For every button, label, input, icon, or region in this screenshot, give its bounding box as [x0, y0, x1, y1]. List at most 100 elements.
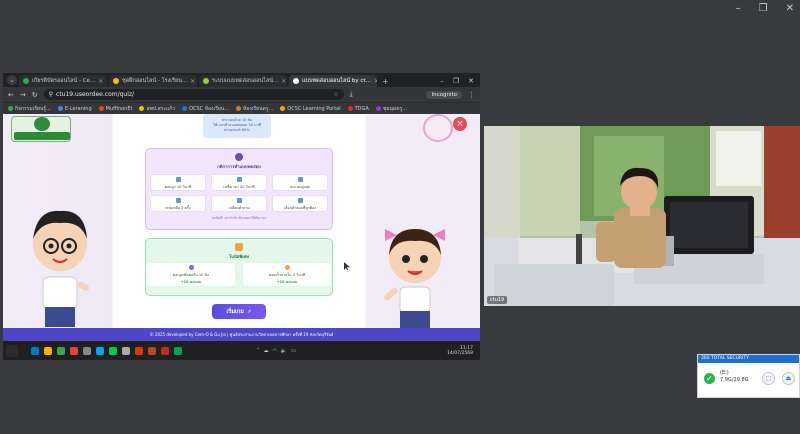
close-button[interactable]: ✕	[786, 3, 794, 14]
tab-favicon-icon	[293, 78, 299, 84]
new-tab-button[interactable]: +	[382, 77, 389, 86]
wifi-icon[interactable]: ◠	[273, 348, 277, 354]
bonus-item: ตอบถูกติดต่อกัน 10 ข้อ +10 คะแนน	[147, 263, 235, 286]
popup-title: 360 TOTAL SECURITY	[698, 355, 799, 363]
rule-label: เลือกคำตอบที่ถูกต้อง	[284, 206, 316, 210]
security-popup: 360 TOTAL SECURITY ✓ (E:) 7.9G/29.8G ⬚ ⏏	[697, 354, 800, 398]
quiz-info-box: ประกอบด้วย 10 ข้อ ใช้เวลาทำแบบทดสอบ 30 น…	[203, 114, 271, 138]
start-menu-icon[interactable]	[6, 344, 18, 357]
tab-close-icon[interactable]: ✕	[98, 78, 103, 85]
site-info-icon[interactable]: ⚲	[49, 91, 53, 98]
volume-icon[interactable]: 🔈	[281, 348, 287, 354]
bookmark-item[interactable]: E-Leraning	[57, 106, 92, 112]
tab-label: แบบทดสอบออนไลน์ by ct...	[302, 78, 371, 84]
bookmark-star-icon[interactable]: ☆	[333, 91, 338, 98]
drive-info: (E:) 7.9G/29.8G	[720, 370, 749, 384]
incognito-badge[interactable]: Incognito	[426, 90, 462, 99]
minimize-button[interactable]: –	[736, 3, 741, 14]
quiz-main-column: ประกอบด้วย 10 ข้อ ใช้เวลาทำแบบทดสอบ 30 น…	[113, 114, 363, 328]
taskbar-app-icon[interactable]	[148, 346, 156, 355]
rule-label: เหลือเวลา 20 วินาที	[223, 185, 255, 189]
bonus-points: +10 คะแนน	[276, 280, 298, 284]
bookmark-item[interactable]: สพป.สระแก้ว	[139, 105, 175, 113]
bonus-label: ตอบถูกติดต่อกัน 10 ข้อ	[172, 273, 210, 277]
bookmark-favicon-icon	[236, 106, 241, 111]
bookmark-item[interactable]: ชุมนุมครู...	[375, 105, 408, 113]
back-icon[interactable]: ←	[8, 91, 14, 99]
tab-favicon-icon	[23, 78, 29, 84]
address-bar[interactable]: ⚲ ctu19.useordee.com/quiz/ ☆	[43, 89, 344, 100]
bookmark-item[interactable]: กิจกรรมเรียนรู้...	[8, 105, 51, 113]
bookmark-label: OCSC ห้องเรียน...	[189, 105, 229, 112]
download-icon[interactable]: ⤓	[350, 90, 353, 99]
rule-icon	[175, 177, 181, 182]
taskbar-app-icon[interactable]	[174, 346, 182, 355]
cloud-icon[interactable]: ☁	[264, 348, 269, 354]
bookmark-item[interactable]: TDGA	[347, 106, 369, 112]
rule-item: ช่วยเหลือ 2 ครั้ง	[150, 195, 206, 212]
tab-close-icon[interactable]: ✕	[281, 78, 286, 85]
participant-name-label: ctu19	[487, 296, 508, 304]
rule-item: เหลือเวลา 20 วินาที	[211, 174, 267, 191]
browser-minimize-icon[interactable]: –	[440, 77, 444, 85]
bookmark-favicon-icon	[57, 106, 63, 111]
bookmark-favicon-icon	[98, 106, 104, 111]
start-game-button[interactable]: เริ่มเกม ➚	[212, 304, 266, 319]
clock-date: 14/07/2568	[447, 350, 473, 356]
browser-tab[interactable]: ระบบแบบทดสอบออนไลน์... ✕	[199, 75, 287, 87]
bookmark-favicon-icon	[280, 106, 286, 111]
bookmark-item[interactable]: OCSC ห้องเรียน...	[182, 105, 229, 113]
close-quiz-icon[interactable]: ×	[453, 117, 467, 131]
user-avatar[interactable]: ×	[423, 114, 467, 142]
browser-close-icon[interactable]: ✕	[468, 77, 474, 85]
browser-tab[interactable]: แบบทดสอบออนไลน์ by ct... ✕	[289, 75, 377, 87]
quiz-page: ประกอบด้วย 10 ข้อ ใช้เวลาทำแบบทดสอบ 30 น…	[3, 114, 480, 328]
tab-label: เกียรติบัตรออนไลน์ - Ce...	[32, 78, 96, 84]
taskbar-app-icon[interactable]	[83, 346, 91, 355]
bookmark-favicon-icon	[182, 106, 188, 111]
tab-favicon-icon	[203, 78, 209, 84]
tab-close-icon[interactable]: ✕	[374, 78, 377, 85]
rules-note: ทุกข้อมีเวลาจำกัด ต้องตอบให้ทันเวลา	[211, 216, 267, 220]
maximize-button[interactable]: ❐	[759, 3, 768, 14]
rule-item: คะแนนสูงสุด	[272, 174, 328, 191]
reload-icon[interactable]: ↻	[32, 91, 38, 99]
open-folder-button[interactable]: ⬚	[762, 372, 775, 385]
taskbar-app-icon[interactable]	[31, 346, 39, 355]
browser-restore-icon[interactable]: ❐	[453, 77, 459, 85]
bookmark-item[interactable]: MuffinonEt	[98, 106, 132, 112]
chevron-up-icon[interactable]: ˄	[257, 348, 260, 354]
taskbar-app-icon[interactable]	[109, 346, 117, 355]
forward-icon[interactable]: →	[20, 91, 26, 99]
taskbar-clock[interactable]: 11:17 14/07/2568	[447, 346, 477, 356]
avatar-circle	[423, 114, 453, 142]
tab-search-icon[interactable]: ⌄	[7, 75, 17, 85]
bookmark-item[interactable]: OCSC Learning Portal	[280, 106, 341, 112]
taskbar-app-icon[interactable]	[135, 346, 143, 355]
bookmark-favicon-icon	[8, 106, 13, 111]
taskbar-app-icon[interactable]	[96, 346, 104, 355]
school-logo	[11, 116, 71, 142]
info-line: ผ่านเกณฑ์ 60%	[224, 128, 250, 132]
check-icon: ✓	[704, 373, 715, 384]
taskbar-app-icon[interactable]	[57, 346, 65, 355]
menu-icon[interactable]: ⋮	[468, 91, 475, 99]
battery-icon[interactable]: ▭	[291, 348, 296, 354]
bookmark-label: ชุมนุมครู...	[382, 105, 408, 112]
taskbar-app-icon[interactable]	[44, 346, 52, 355]
bookmark-item[interactable]: ห้องเรียนครู...	[236, 105, 273, 113]
tab-close-icon[interactable]: ✕	[190, 78, 195, 85]
taskbar-app-icon[interactable]	[70, 346, 78, 355]
rule-item: เลือกคำตอบที่ถูกต้อง	[272, 195, 328, 212]
taskbar-app-icon[interactable]	[161, 346, 169, 355]
bonus-item: ตอบเร็วภายใน 5 วินาที +10 คะแนน	[243, 263, 331, 286]
bonus-icon	[284, 265, 290, 270]
browser-tab[interactable]: เกียรติบัตรออนไลน์ - Ce... ✕	[19, 75, 107, 87]
taskbar-app-icon[interactable]	[122, 346, 130, 355]
tab-favicon-icon	[113, 78, 119, 84]
bonus-icon	[188, 265, 194, 270]
eject-drive-button[interactable]: ⏏	[782, 372, 795, 385]
start-game-label: เริ่มเกม	[226, 308, 244, 315]
bookmark-label: สพป.สระแก้ว	[146, 105, 176, 112]
browser-tab[interactable]: ชุดฝึกออนไลน์ - โรงเรียน... ✕	[109, 75, 197, 87]
